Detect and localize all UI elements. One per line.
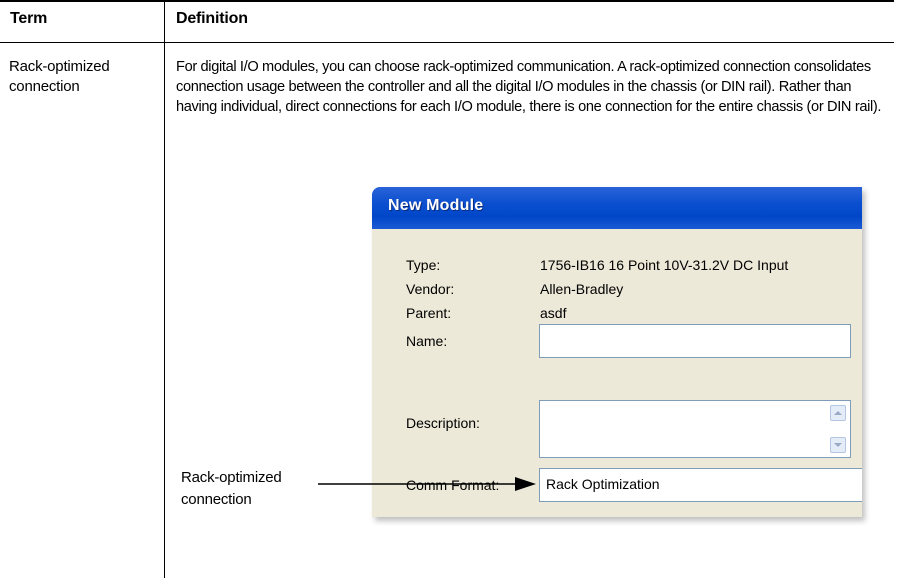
callout-arrow-icon — [318, 477, 536, 491]
